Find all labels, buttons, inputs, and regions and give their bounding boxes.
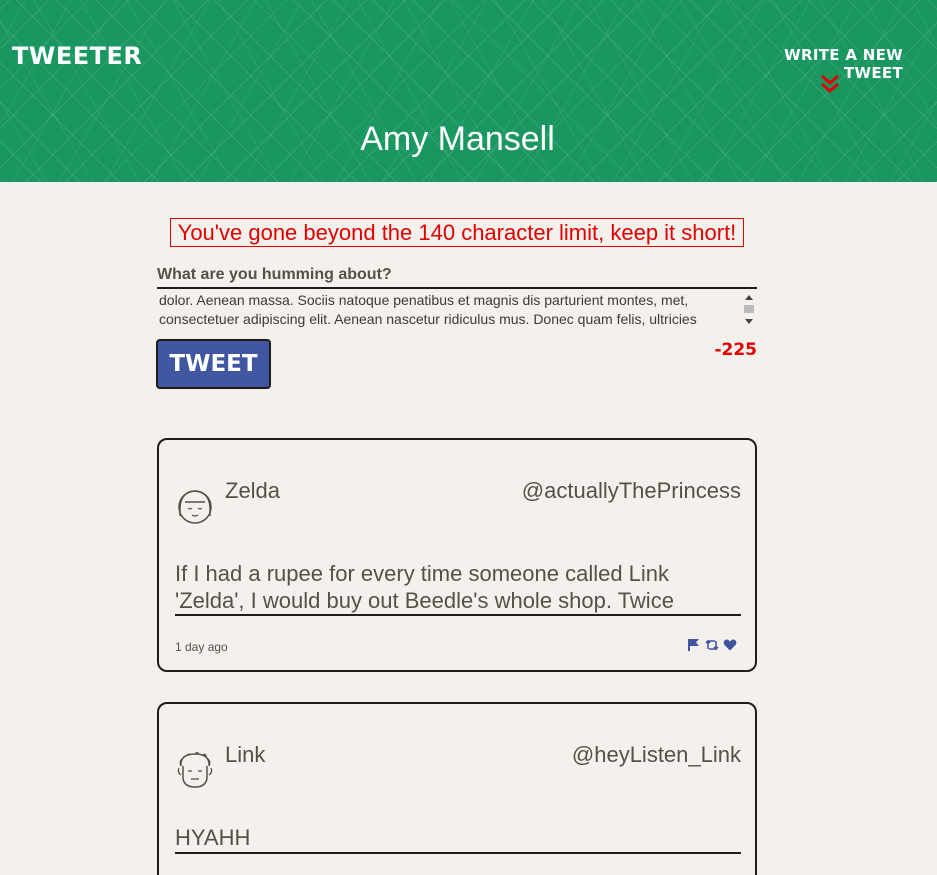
tweet-author-handle: @heyListen_Link <box>571 742 741 767</box>
tweet-card: Zelda @actuallyThePrincess If I had a ru… <box>157 438 757 672</box>
page-header: Tweeter Write a new tweet Amy Mansell <box>0 0 937 182</box>
heart-icon[interactable] <box>723 638 737 652</box>
tweet-card: Link @heyListen_Link HYAHH <box>157 702 757 875</box>
tweet-timestamp: 1 day ago <box>175 640 228 654</box>
tweet-content: If I had a rupee for every time someone … <box>175 560 741 616</box>
tweet-author-name: Zelda <box>225 478 281 503</box>
tweet-textarea-value[interactable]: dolor. Aenean massa. Sociis natoque pena… <box>159 291 734 327</box>
tweet-actions <box>687 638 737 652</box>
error-message: You've gone beyond the 140 character lim… <box>170 218 744 247</box>
girl-avatar-icon <box>178 490 212 524</box>
write-new-tweet-button[interactable]: Write a new tweet <box>723 46 903 82</box>
brand-logo[interactable]: Tweeter <box>12 42 142 70</box>
tweet-textarea[interactable]: dolor. Aenean massa. Sociis natoque pena… <box>157 287 757 327</box>
compose-label: What are you humming about? <box>157 266 392 283</box>
boy-avatar-icon <box>177 751 213 788</box>
flag-icon[interactable] <box>687 638 701 652</box>
character-counter: -225 <box>714 340 757 360</box>
tweet-author-handle: @actuallyThePrincess <box>521 478 741 503</box>
tweet-submit-button[interactable]: Tweet <box>156 339 271 389</box>
tweet-content: HYAHH <box>175 824 741 854</box>
tweet-author-name: Link <box>225 742 266 767</box>
retweet-icon[interactable] <box>705 638 719 652</box>
double-chevron-down-icon[interactable] <box>818 72 842 96</box>
textarea-scrollbar[interactable] <box>741 291 757 327</box>
scroll-up-arrow-icon[interactable] <box>745 295 753 300</box>
scroll-down-arrow-icon[interactable] <box>745 319 753 324</box>
scroll-thumb[interactable] <box>744 305 754 313</box>
profile-name: Amy Mansell <box>360 120 555 158</box>
